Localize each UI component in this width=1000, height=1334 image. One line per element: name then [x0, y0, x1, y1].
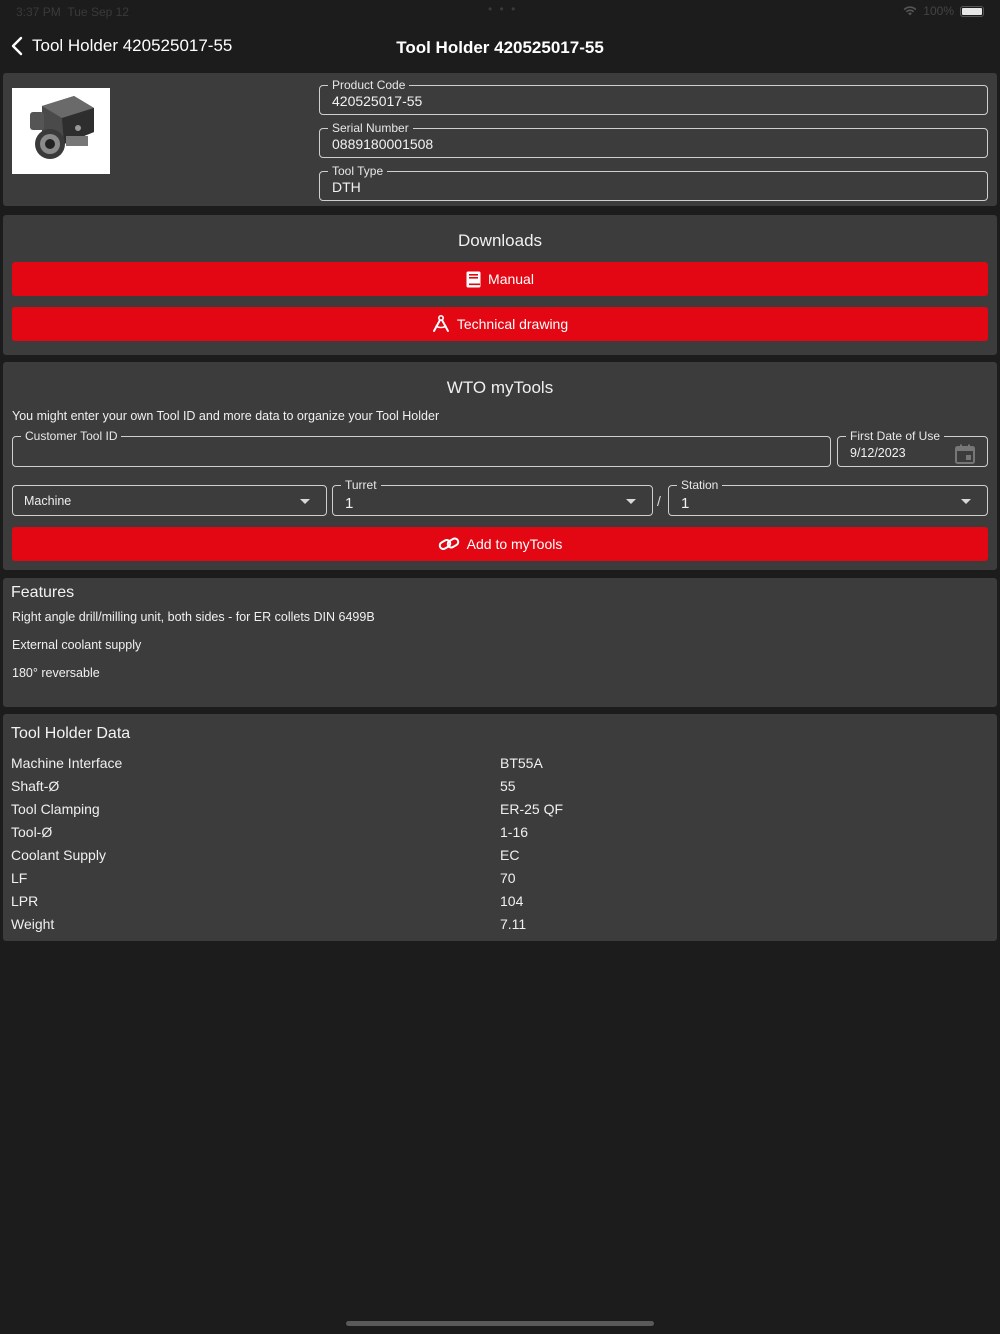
mytools-title: WTO myTools [446, 378, 554, 397]
tool-type-field: Tool Type DTH [319, 163, 988, 201]
feature-item: External coolant supply [12, 638, 142, 652]
turret-value: 1 [345, 495, 354, 512]
dropdown-caret-icon [300, 499, 310, 504]
data-key: Weight [11, 916, 55, 932]
battery-icon [960, 5, 984, 17]
downloads-title: Downloads [457, 231, 543, 250]
first-date-label: First Date of Use [846, 428, 945, 444]
home-indicator[interactable] [346, 1321, 654, 1326]
customer-tool-id-input[interactable]: Customer Tool ID [12, 428, 831, 467]
feature-item: Right angle drill/milling unit, both sid… [12, 610, 375, 624]
first-date-value: 9/12/2023 [850, 446, 906, 460]
product-image[interactable] [12, 88, 110, 174]
data-key: Shaft-Ø [11, 778, 60, 794]
data-key: Coolant Supply [11, 847, 106, 863]
station-value: 1 [681, 495, 690, 512]
data-value: 55 [500, 778, 516, 794]
add-to-mytools-label: Add to myTools [466, 536, 563, 552]
add-to-mytools-button[interactable]: Add to myTools [12, 527, 988, 561]
tool-holder-illustration [12, 88, 110, 174]
data-value: 104 [500, 893, 524, 909]
calendar-icon[interactable] [955, 444, 975, 464]
status-bar: 3:37 PM Tue Sep 12 • • • 100% [0, 0, 1000, 24]
data-key: Machine Interface [11, 755, 123, 771]
tool-holder-data-card: Tool Holder Data Machine Interface BT55A… [3, 714, 997, 941]
status-indicators: 100% [903, 4, 984, 18]
page-title: Tool Holder 420525017-55 [396, 38, 604, 57]
compass-drawing-icon [432, 315, 449, 332]
product-card: Product Code 420525017-55 Serial Number … [3, 73, 997, 206]
data-value: BT55A [500, 755, 543, 771]
navigation-bar: Tool Holder 420525017-55 Tool Holder 420… [0, 24, 1000, 72]
serial-number-value: 0889180001508 [332, 136, 434, 152]
product-code-label: Product Code [328, 77, 410, 93]
data-value: 1-16 [500, 824, 529, 840]
book-icon [466, 271, 481, 287]
serial-number-label: Serial Number [328, 120, 413, 136]
manual-button[interactable]: Manual [12, 262, 988, 296]
link-icon [438, 537, 459, 550]
turret-label: Turret [341, 477, 381, 493]
turret-station-separator: / [657, 493, 661, 509]
data-value: 70 [500, 870, 516, 886]
data-value: ER-25 QF [500, 801, 564, 817]
technical-drawing-label: Technical drawing [456, 316, 569, 332]
data-value: EC [500, 847, 520, 863]
data-key: Tool Clamping [11, 801, 100, 817]
tool-type-label: Tool Type [328, 163, 388, 179]
station-label: Station [677, 477, 723, 493]
turret-select[interactable]: Turret 1 [332, 477, 653, 516]
downloads-card: Downloads Manual Technical drawing [3, 215, 997, 355]
tool-type-value: DTH [332, 179, 361, 195]
features-title: Features [11, 584, 75, 601]
product-code-field: Product Code 420525017-55 [319, 77, 988, 115]
dropdown-caret-icon [961, 499, 971, 504]
data-key: LF [11, 870, 28, 886]
multitasking-dots[interactable]: • • • [488, 2, 517, 16]
tool-holder-data-title: Tool Holder Data [11, 725, 131, 742]
feature-item: 180° reversable [12, 666, 100, 680]
manual-label: Manual [488, 271, 534, 287]
technical-drawing-button[interactable]: Technical drawing [12, 307, 988, 341]
machine-select[interactable]: Machine [12, 485, 327, 516]
features-card: Features Right angle drill/milling unit,… [3, 578, 997, 707]
mytools-hint: You might enter your own Tool ID and mor… [12, 409, 440, 423]
mytools-card: WTO myTools You might enter your own Too… [3, 362, 997, 570]
data-key: Tool-Ø [11, 824, 53, 840]
machine-placeholder: Machine [24, 494, 72, 508]
status-time: 3:37 PM Tue Sep 12 [16, 5, 129, 19]
battery-percent: 100% [923, 4, 954, 18]
data-value: 7.11 [500, 916, 527, 932]
serial-number-field: Serial Number 0889180001508 [319, 120, 988, 158]
customer-tool-id-label: Customer Tool ID [21, 428, 122, 444]
data-key: LPR [11, 893, 39, 909]
dropdown-caret-icon [626, 499, 636, 504]
station-select[interactable]: Station 1 [668, 477, 988, 516]
first-date-input[interactable]: First Date of Use 9/12/2023 [837, 428, 988, 467]
product-code-value: 420525017-55 [332, 93, 423, 109]
wifi-icon [903, 6, 917, 16]
